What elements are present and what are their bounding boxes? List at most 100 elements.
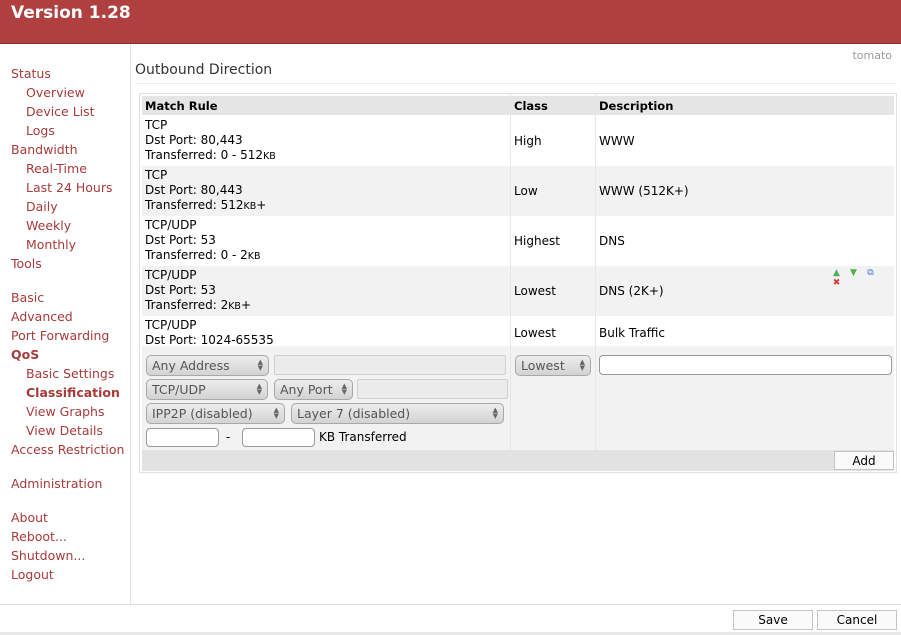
- address-select[interactable]: Any Address ▲ ▼: [146, 355, 269, 376]
- sidebar-item-bandwidth[interactable]: Bandwidth: [11, 142, 78, 157]
- description-cell: WWW: [599, 134, 635, 148]
- rule-cell: TCP Dst Port: 80,443 Transferred: 512KB+: [145, 168, 266, 214]
- rule-cell: TCP Dst Port: 80,443 Transferred: 0 - 51…: [145, 118, 276, 164]
- sidebar-item-administration[interactable]: Administration: [11, 476, 102, 491]
- rule-port: Dst Port: 80,443: [145, 133, 243, 147]
- rule-cell: TCP/UDP Dst Port: 53 Transferred: 2KB+: [145, 268, 251, 314]
- sidebar-item-about[interactable]: About: [11, 510, 48, 525]
- port-input[interactable]: [357, 379, 508, 399]
- sidebar-item-port-forwarding[interactable]: Port Forwarding: [11, 328, 109, 343]
- class-cell: Highest: [514, 234, 560, 248]
- ipp2p-select[interactable]: IPP2P (disabled) ▲ ▼: [146, 403, 285, 424]
- kb-transferred-label: KB Transferred: [319, 430, 407, 444]
- layer7-select[interactable]: Layer 7 (disabled) ▲ ▼: [291, 403, 504, 424]
- rule-port: Dst Port: 80,443: [145, 183, 243, 197]
- move-down-icon[interactable]: ▼: [845, 268, 862, 278]
- chevron-updown-icon: ▲ ▼: [341, 382, 347, 396]
- sidebar-item-view-graphs[interactable]: View Graphs: [26, 404, 105, 419]
- add-strip: Add: [142, 450, 894, 471]
- sidebar-item-overview[interactable]: Overview: [26, 85, 85, 100]
- sidebar-item-view-details[interactable]: View Details: [26, 423, 103, 438]
- table-header: Match Rule Class Description: [142, 96, 894, 115]
- port-select[interactable]: Any Port ▲ ▼: [274, 379, 353, 400]
- add-button[interactable]: Add: [834, 451, 894, 470]
- section-title: Outbound Direction: [135, 62, 273, 78]
- rule-transferred: Transferred: 0 - 2KB: [145, 248, 261, 262]
- class-cell: Lowest: [514, 326, 556, 340]
- header-class: Class: [514, 99, 548, 113]
- description-cell: DNS (2K+): [599, 284, 664, 298]
- rule-transferred: Transferred: 512KB+: [145, 198, 267, 212]
- rule-protocol: TCP/UDP: [145, 218, 197, 232]
- version-title: Version 1.28: [11, 3, 131, 23]
- sidebar-item-logout[interactable]: Logout: [11, 567, 54, 582]
- sidebar-item-monthly[interactable]: Monthly: [26, 237, 76, 252]
- column-divider: [510, 94, 511, 450]
- header-description: Description: [599, 99, 674, 113]
- rule-port: Dst Port: 53: [145, 233, 216, 247]
- protocol-select[interactable]: TCP/UDP ▲ ▼: [146, 379, 268, 400]
- class-cell: High: [514, 134, 542, 148]
- brand-label: tomato: [852, 49, 892, 62]
- sidebar-item-weekly[interactable]: Weekly: [26, 218, 71, 233]
- class-cell: Lowest: [514, 284, 556, 298]
- classification-table: Match Rule Class Description TCP Dst Por…: [139, 93, 897, 473]
- kb-range-max-input[interactable]: [242, 428, 315, 447]
- table-row[interactable]: TCP Dst Port: 80,443 Transferred: 0 - 51…: [142, 116, 894, 166]
- address-input[interactable]: [274, 355, 506, 375]
- sidebar-item-daily[interactable]: Daily: [26, 199, 58, 214]
- range-dash: -: [226, 430, 231, 444]
- sidebar-item-reboot[interactable]: Reboot...: [11, 529, 67, 544]
- table-row[interactable]: TCP Dst Port: 80,443 Transferred: 512KB+…: [142, 166, 894, 216]
- cancel-button[interactable]: Cancel: [817, 610, 897, 630]
- description-cell: Bulk Traffic: [599, 326, 665, 340]
- rule-cell: TCP/UDP Dst Port: 1024-65535: [145, 318, 274, 348]
- move-up-icon[interactable]: ▲: [828, 268, 845, 278]
- sidebar-item-device-list[interactable]: Device List: [26, 104, 95, 119]
- sidebar-item-access-restriction[interactable]: Access Restriction: [11, 442, 124, 457]
- rule-port: Dst Port: 53: [145, 283, 216, 297]
- rule-protocol: TCP/UDP: [145, 268, 197, 282]
- sidebar-item-basic[interactable]: Basic: [11, 290, 44, 305]
- description-cell: WWW (512K+): [599, 184, 689, 198]
- table-row[interactable]: TCP/UDP Dst Port: 53 Transferred: 2KB+ L…: [142, 266, 894, 316]
- description-cell: DNS: [599, 234, 625, 248]
- sidebar-item-status[interactable]: Status: [11, 66, 51, 81]
- sidebar-item-shutdown[interactable]: Shutdown...: [11, 548, 85, 563]
- class-select[interactable]: Lowest ▲ ▼: [515, 355, 591, 376]
- chevron-updown-icon: ▲ ▼: [273, 406, 279, 420]
- column-divider: [595, 94, 596, 450]
- rule-protocol: TCP: [145, 168, 168, 182]
- chevron-updown-icon: ▲ ▼: [492, 406, 498, 420]
- sidebar-item-qos[interactable]: QoS: [11, 347, 39, 362]
- save-button[interactable]: Save: [733, 610, 813, 630]
- description-input[interactable]: [599, 355, 892, 375]
- new-rule-editor: Any Address ▲ ▼ TCP/UDP ▲ ▼ Any Port ▲ ▼ IPP2P…: [142, 346, 894, 450]
- rule-protocol: TCP: [145, 118, 168, 132]
- rule-transferred: Transferred: 2KB+: [145, 298, 252, 312]
- delete-icon[interactable]: ✖: [828, 278, 845, 288]
- section-divider: [135, 83, 896, 84]
- sidebar-nav: Status Overview Device List Logs Bandwid…: [0, 44, 131, 604]
- sidebar-item-advanced[interactable]: Advanced: [11, 309, 73, 324]
- sidebar-item-logs[interactable]: Logs: [26, 123, 55, 138]
- sidebar-item-basic-settings[interactable]: Basic Settings: [26, 366, 114, 381]
- app-header: Version 1.28: [0, 0, 901, 44]
- footer-divider: [0, 604, 901, 605]
- chevron-updown-icon: ▲ ▼: [256, 382, 262, 396]
- sidebar-item-last-24-hours[interactable]: Last 24 Hours: [26, 180, 113, 195]
- rule-protocol: TCP/UDP: [145, 318, 197, 332]
- sidebar-item-tools[interactable]: Tools: [11, 256, 42, 271]
- rule-transferred: Transferred: 0 - 512KB: [145, 148, 276, 162]
- table-row[interactable]: TCP/UDP Dst Port: 53 Transferred: 0 - 2K…: [142, 216, 894, 266]
- table-row[interactable]: TCP/UDP Dst Port: 1024-65535 Lowest Bulk…: [142, 316, 894, 348]
- rule-cell: TCP/UDP Dst Port: 53 Transferred: 0 - 2K…: [145, 218, 261, 264]
- sidebar-item-classification[interactable]: Classification: [26, 385, 120, 400]
- chevron-updown-icon: ▲ ▼: [257, 358, 263, 372]
- kb-range-min-input[interactable]: [146, 428, 219, 447]
- chevron-updown-icon: ▲ ▼: [579, 358, 585, 372]
- sidebar-item-real-time[interactable]: Real-Time: [26, 161, 87, 176]
- copy-icon[interactable]: ⧉: [862, 268, 879, 278]
- class-cell: Low: [514, 184, 538, 198]
- row-action-icons: ▲ ▼ ⧉ ✖: [828, 268, 894, 288]
